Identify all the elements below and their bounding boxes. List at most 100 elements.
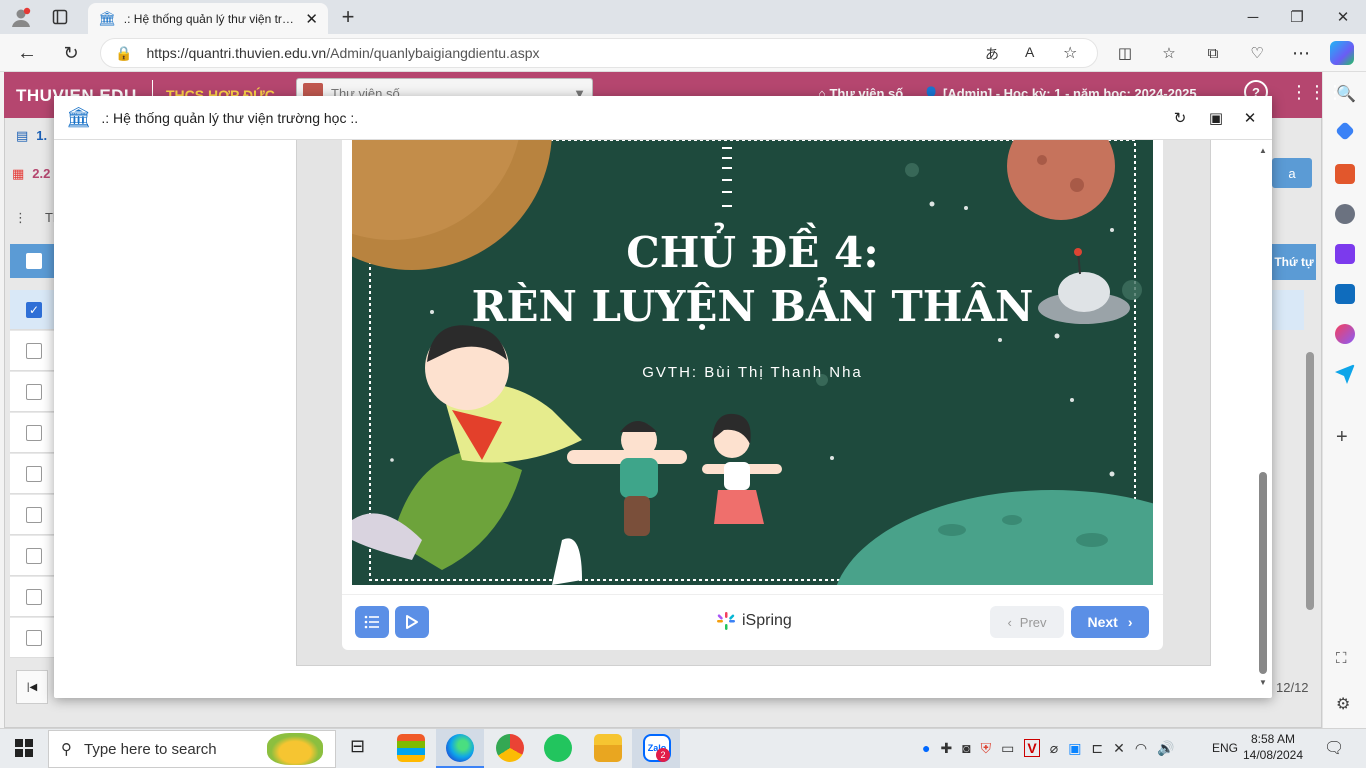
- copilot-icon[interactable]: [1330, 41, 1354, 65]
- coccoc-icon[interactable]: [544, 734, 572, 762]
- modal-maximize-icon[interactable]: ▣: [1206, 108, 1226, 128]
- checkbox[interactable]: [26, 424, 42, 441]
- table-row[interactable]: [10, 495, 58, 535]
- close-tab-icon[interactable]: ✕: [305, 10, 318, 28]
- modal-refresh-icon[interactable]: ↻: [1170, 108, 1190, 128]
- settings-gear-icon[interactable]: ⚙: [1336, 694, 1350, 714]
- minimize-window-icon[interactable]: ─: [1240, 4, 1266, 30]
- column-header-order[interactable]: Thứ tự: [1272, 244, 1316, 280]
- slide-illustration: [352, 140, 1153, 585]
- add-icon[interactable]: +: [1336, 426, 1348, 449]
- site-scrollbar-thumb[interactable]: [1306, 352, 1314, 610]
- volume-icon[interactable]: 🔊: [1157, 740, 1174, 757]
- left-menu-item-2[interactable]: ▦ 2.2: [12, 166, 50, 182]
- translate-icon[interactable]: あ: [985, 44, 999, 64]
- shopping-tag-icon[interactable]: [1335, 121, 1355, 141]
- table-row[interactable]: [10, 618, 58, 658]
- taskbar-search[interactable]: ⚲ Type here to search: [48, 730, 336, 768]
- checkbox[interactable]: [26, 629, 42, 646]
- screenshot-icon[interactable]: ⛶: [1336, 650, 1347, 667]
- tray-monitor-icon[interactable]: ▭: [1001, 740, 1014, 757]
- tray-network-off-icon[interactable]: ⌀: [1050, 740, 1058, 757]
- checkbox[interactable]: [26, 588, 42, 605]
- file-explorer-icon[interactable]: [594, 734, 622, 762]
- wifi-icon[interactable]: ◠: [1135, 740, 1147, 757]
- pager-first-button[interactable]: |◀: [16, 670, 48, 704]
- copilot-app-icon[interactable]: [1335, 324, 1355, 344]
- outlook-icon[interactable]: [1335, 284, 1355, 304]
- browser-tab-active[interactable]: 🏛 .: Hệ thống quản lý thư viện trường họ…: [88, 3, 328, 34]
- zalo-tray-icon[interactable]: ●: [922, 740, 930, 756]
- checkbox-checked[interactable]: ✓: [26, 301, 42, 318]
- prev-button[interactable]: ‹ Prev: [990, 606, 1064, 638]
- scroll-thumb[interactable]: [1259, 472, 1267, 674]
- slide-canvas[interactable]: [352, 140, 1153, 585]
- library-favicon-icon: 🏛: [98, 10, 116, 26]
- checkbox[interactable]: [26, 383, 42, 400]
- site-action-button[interactable]: a: [1272, 158, 1312, 188]
- microsoft-store-icon[interactable]: [397, 734, 425, 762]
- tray-blue-icon[interactable]: ▣: [1068, 740, 1081, 757]
- checkbox[interactable]: [26, 342, 42, 359]
- restore-window-icon[interactable]: ❐: [1284, 4, 1310, 30]
- checkbox[interactable]: [26, 506, 42, 523]
- tools-icon[interactable]: [1335, 164, 1355, 184]
- close-window-icon[interactable]: ✕: [1330, 4, 1356, 30]
- taskbar-clock[interactable]: 8:58 AM 14/08/2024: [1240, 731, 1306, 763]
- table-row[interactable]: [10, 454, 58, 494]
- outline-list-button[interactable]: [355, 606, 389, 638]
- checkbox[interactable]: [26, 465, 42, 482]
- task-view-icon[interactable]: ⊟: [350, 736, 365, 757]
- tray-app-icon[interactable]: ✚: [940, 740, 952, 757]
- collections-icon[interactable]: ⧉: [1200, 40, 1226, 66]
- favorites-icon[interactable]: ☆: [1156, 40, 1182, 66]
- tab-actions-icon[interactable]: [47, 4, 73, 30]
- tray-power-icon[interactable]: ⊏: [1091, 740, 1103, 757]
- favorite-star-icon[interactable]: ☆: [1063, 43, 1077, 63]
- lock-icon[interactable]: 🔒: [115, 45, 132, 62]
- windows-start-icon[interactable]: [14, 738, 34, 761]
- tray-v-icon[interactable]: V: [1024, 739, 1040, 757]
- modal-close-icon[interactable]: ✕: [1240, 108, 1260, 128]
- notifications-icon[interactable]: 🗨: [1324, 738, 1344, 758]
- slide-title-line-2: RÈN LUYỆN BẢN THÂN: [471, 282, 1034, 331]
- scroll-up-icon[interactable]: ▲: [1259, 146, 1267, 155]
- tray-shield-icon[interactable]: ⛨: [981, 740, 992, 757]
- send-icon[interactable]: [1335, 364, 1355, 384]
- profile-avatar-icon[interactable]: [8, 4, 34, 30]
- modal-scrollbar[interactable]: ▲ ▼: [1256, 140, 1270, 692]
- library-building-icon: 🏛: [66, 107, 92, 129]
- scroll-down-icon[interactable]: ▼: [1259, 678, 1267, 687]
- language-indicator[interactable]: ENG: [1212, 741, 1238, 755]
- tab-title: .: Hệ thống quản lý thư viện trường học …: [123, 11, 298, 26]
- chevron-right-icon: ›: [1127, 614, 1133, 630]
- checkbox[interactable]: [26, 547, 42, 564]
- microsoft365-icon[interactable]: [1335, 244, 1355, 264]
- table-row[interactable]: ✓: [10, 290, 58, 330]
- browser-essentials-icon[interactable]: ♡: [1244, 40, 1270, 66]
- table-row[interactable]: [10, 413, 58, 453]
- next-button[interactable]: Next ›: [1071, 606, 1149, 638]
- select-all-header[interactable]: [10, 244, 58, 278]
- more-menu-icon[interactable]: ⋯: [1288, 40, 1314, 66]
- left-menu-item-1[interactable]: ▤ 1.: [16, 128, 47, 144]
- system-tray: ● ✚ ◙ ⛨ ▭ V ⌀ ▣ ⊏ ✕ ◠ 🔊: [922, 739, 1175, 757]
- chrome-icon[interactable]: [496, 734, 524, 762]
- search-icon: ⚲: [61, 741, 72, 758]
- games-icon[interactable]: [1335, 204, 1355, 224]
- address-bar[interactable]: 🔒 https://quantri.thuvien.edu.vn/Admin/q…: [100, 38, 1098, 68]
- new-tab-icon[interactable]: +: [335, 4, 361, 30]
- apps-grid-icon[interactable]: ⋮⋮⋮: [1290, 82, 1344, 103]
- refresh-icon[interactable]: ↻: [58, 40, 84, 66]
- tray-mute-icon[interactable]: ✕: [1113, 740, 1125, 757]
- read-aloud-icon[interactable]: A: [1025, 44, 1034, 60]
- back-arrow-icon[interactable]: ←: [14, 40, 40, 66]
- table-row[interactable]: [10, 536, 58, 576]
- table-row[interactable]: [10, 372, 58, 412]
- play-button[interactable]: [395, 606, 429, 638]
- split-screen-icon[interactable]: ◫: [1112, 40, 1138, 66]
- table-row[interactable]: [10, 331, 58, 371]
- edge-browser-icon[interactable]: [446, 734, 474, 762]
- tray-camera-icon[interactable]: ◙: [962, 740, 970, 756]
- table-row[interactable]: [10, 577, 58, 617]
